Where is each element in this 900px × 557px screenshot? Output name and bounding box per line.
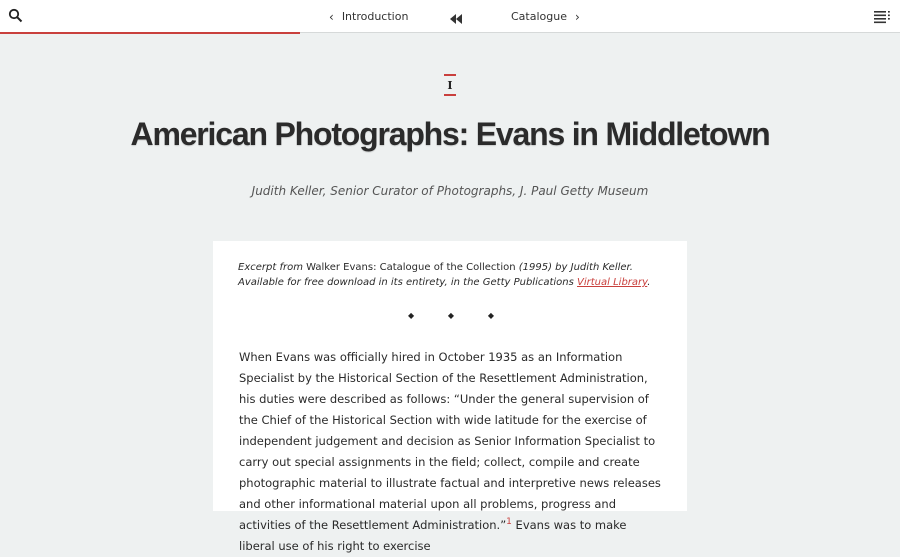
section-ornament: ◆ ◆ ◆ (408, 311, 494, 320)
menu-button[interactable] (874, 9, 892, 24)
nav-prev-label: Introduction (341, 10, 409, 23)
author-byline: Judith Keller, Senior Curator of Photogr… (251, 184, 649, 198)
virtual-library-link[interactable]: Virtual Library (577, 277, 647, 288)
chevron-left-icon: ‹ (329, 9, 334, 24)
nav-prev-link[interactable]: ‹ Introduction (329, 8, 408, 25)
menu-icon (874, 11, 890, 24)
section-number: I (444, 74, 456, 96)
ornament-diamond: ◆ (447, 311, 455, 320)
excerpt-prefix: Excerpt from (238, 262, 307, 273)
excerpt-book-title: Walker Evans: Catalogue of the Collectio… (306, 262, 516, 273)
contents-button[interactable] (449, 10, 463, 24)
ornament-diamond: ◆ (408, 311, 415, 320)
chevron-right-icon: › (574, 9, 580, 24)
content-card: Excerpt from Walker Evans: Catalogue of … (213, 241, 687, 553)
page-title: American Photographs: Evans in Middletow… (130, 116, 771, 152)
body-text: When Evans was officially hired in Octob… (239, 350, 661, 532)
nav-next-link[interactable]: Catalogue › (511, 8, 580, 25)
search-icon (8, 8, 23, 23)
ornament-diamond: ◆ (487, 311, 494, 320)
rewind-icon (450, 14, 462, 24)
excerpt-note: Excerpt from Walker Evans: Catalogue of … (238, 260, 658, 290)
nav-next-label: Catalogue (511, 10, 567, 23)
body-paragraph: When Evans was officially hired in Octob… (239, 347, 664, 557)
reading-progress-bar (0, 32, 300, 34)
search-button[interactable] (8, 8, 24, 24)
top-navbar: ‹ Introduction Catalogue › (0, 0, 900, 33)
excerpt-suffix: . (647, 277, 651, 288)
